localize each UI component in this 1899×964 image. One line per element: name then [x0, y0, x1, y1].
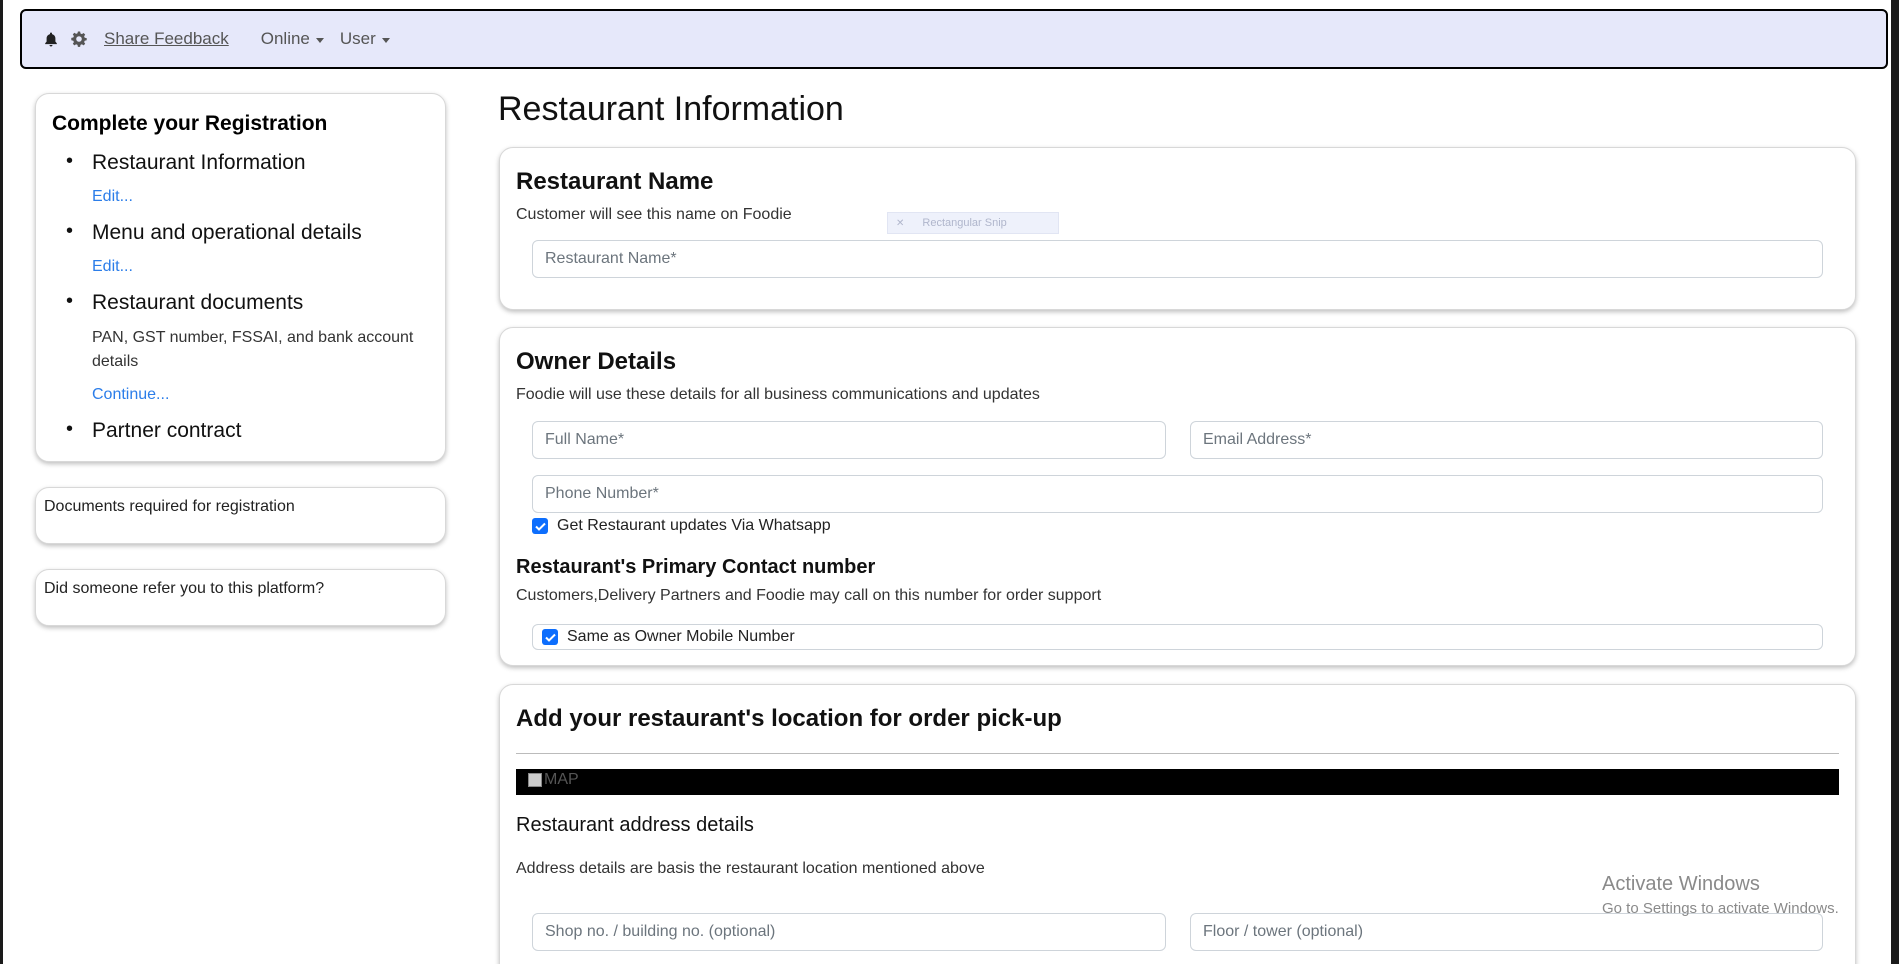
step-menu-details: Menu and operational details Edit... [52, 220, 429, 276]
snip-label: Rectangular Snip [922, 217, 1007, 229]
map-image: MAP [528, 771, 579, 789]
user-dropdown-label: User [339, 29, 376, 48]
documents-required-label: Documents required for registration [44, 498, 295, 515]
map-alt-text: MAP [544, 771, 579, 788]
broken-image-icon [528, 773, 542, 787]
primary-contact-subtitle: Customers,Delivery Partners and Foodie m… [516, 587, 1102, 604]
chevron-down-icon [315, 37, 324, 43]
same-as-owner-checkbox[interactable] [542, 629, 558, 645]
address-heading: Restaurant address details [516, 814, 754, 836]
documents-required-card[interactable]: Documents required for registration [35, 487, 446, 544]
watermark-line1: Activate Windows [1602, 873, 1760, 895]
floor-tower-input[interactable] [1190, 913, 1823, 951]
step-label: Restaurant documents [92, 291, 304, 314]
same-as-owner-row[interactable]: Same as Owner Mobile Number [532, 624, 1823, 650]
steps-list: Restaurant Information Edit... Menu and … [52, 150, 429, 444]
map-container[interactable]: MAP [516, 769, 1839, 795]
step-edit-link[interactable]: Edit... [92, 188, 429, 206]
window-edge [1891, 0, 1899, 964]
registration-title: Complete your Registration [52, 112, 328, 135]
section-heading: Add your restaurant's location for order… [516, 705, 1062, 732]
step-restaurant-documents: Restaurant documents PAN, GST number, FS… [52, 290, 429, 404]
restaurant-name-input[interactable] [532, 240, 1823, 278]
primary-contact-heading: Restaurant's Primary Contact number [516, 556, 876, 578]
step-description: PAN, GST number, FSSAI, and bank account… [92, 329, 414, 370]
referral-card[interactable]: Did someone refer you to this platform? [35, 569, 446, 626]
restaurant-name-section: Restaurant Name Customer will see this n… [499, 147, 1856, 310]
top-navbar: Share Feedback Online User [20, 9, 1888, 69]
address-subtitle: Address details are basis the restaurant… [516, 860, 985, 877]
bell-icon[interactable] [42, 30, 60, 48]
whatsapp-label: Get Restaurant updates Via Whatsapp [557, 517, 831, 534]
activate-windows-watermark: Activate Windows Go to Settings to activ… [1602, 873, 1839, 917]
snip-tool-remnant: ✕ Rectangular Snip [887, 212, 1059, 234]
owner-details-section: Owner Details Foodie will use these deta… [499, 327, 1856, 666]
shop-number-input[interactable] [532, 913, 1166, 951]
step-edit-link[interactable]: Edit... [92, 258, 429, 276]
chevron-down-icon [381, 37, 390, 43]
close-icon: ✕ [896, 217, 905, 229]
page-title: Restaurant Information [498, 90, 844, 128]
whatsapp-checkbox[interactable] [532, 518, 548, 534]
step-label: Partner contract [92, 419, 242, 442]
location-section: Add your restaurant's location for order… [499, 684, 1856, 964]
same-as-owner-label: Same as Owner Mobile Number [567, 628, 795, 645]
section-subtitle: Foodie will use these details for all bu… [516, 386, 1040, 403]
step-label: Menu and operational details [92, 221, 362, 244]
status-dropdown-label: Online [260, 29, 310, 48]
primary-contact-block: Restaurant's Primary Contact number Cust… [516, 544, 1101, 605]
step-partner-contract: Partner contract [52, 418, 429, 444]
email-input[interactable] [1190, 421, 1823, 459]
section-heading: Owner Details [516, 348, 677, 375]
user-dropdown[interactable]: User [340, 29, 390, 49]
phone-input[interactable] [532, 475, 1823, 513]
step-continue-link[interactable]: Continue... [92, 386, 429, 404]
registration-steps-card: Complete your Registration Restaurant In… [35, 93, 446, 462]
whatsapp-checkbox-row[interactable]: Get Restaurant updates Via Whatsapp [532, 517, 831, 535]
gear-icon[interactable] [70, 30, 88, 48]
status-dropdown[interactable]: Online [261, 29, 324, 49]
full-name-input[interactable] [532, 421, 1166, 459]
watermark-line2: Go to Settings to activate Windows. [1602, 900, 1839, 917]
divider [516, 753, 1839, 754]
referral-label: Did someone refer you to this platform? [44, 580, 325, 597]
section-subtitle: Customer will see this name on Foodie [516, 206, 792, 223]
step-label: Restaurant Information [92, 151, 306, 174]
step-restaurant-information: Restaurant Information Edit... [52, 150, 429, 206]
share-feedback-link[interactable]: Share Feedback [104, 29, 229, 49]
section-heading: Restaurant Name [516, 168, 714, 195]
